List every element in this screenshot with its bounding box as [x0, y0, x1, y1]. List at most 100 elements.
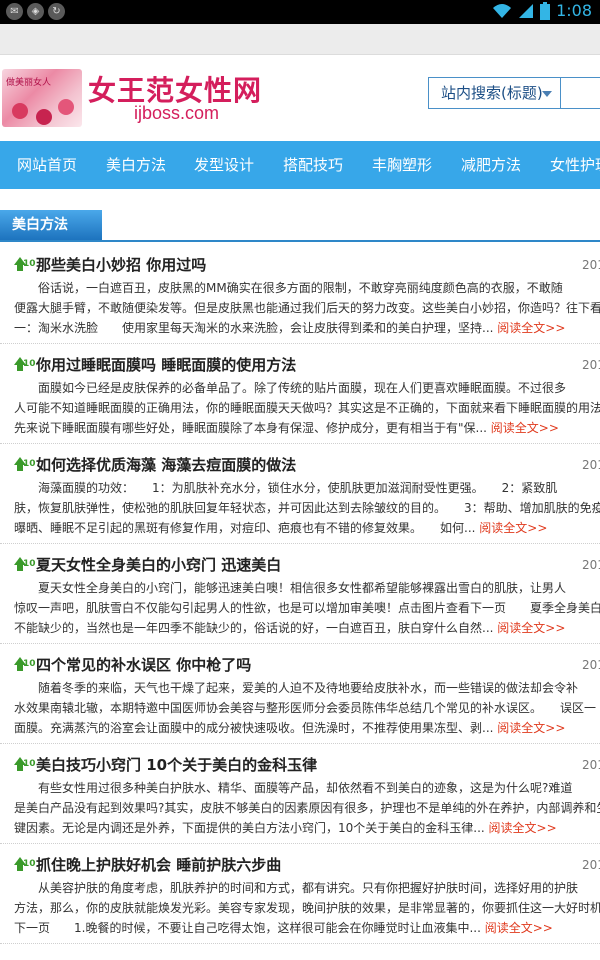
summary-line: 便露大腿手臂，不敢随便染发等。但是皮肤黑也能通过我们后天的努力改变。这些美白小妙… [14, 301, 600, 315]
article-summary: 夏天女性全身美白的小窍门，能够迅速美白噢！相信很多女性都希望能够裸露出雪白的肌肤… [14, 578, 600, 638]
article-summary: 面膜如今已经是皮肤保养的必备单品了。除了传统的贴片面膜，现在人们更喜欢睡眠面膜。… [14, 378, 600, 438]
list-item: 10 抓住晚上护肤好机会 睡前护肤六步曲 2018 从美容护肤的角度考虑，肌肤养… [0, 848, 600, 944]
article-summary: 俗话说，一白遮百丑，皮肤黑的MM确实在很多方面的限制，不敢穿亮丽纯度颜色高的衣服… [14, 278, 600, 338]
summary-line: 肤，恢复肌肤弹性，使松弛的肌肤回复年轻状态，并可因此达到去除皱纹的目的。 3：帮… [14, 501, 600, 515]
site-domain: ijboss.com [134, 103, 220, 123]
article-title[interactable]: 美白技巧小窍门 10个关于美白的金科玉律 [36, 754, 317, 775]
list-item: 10 美白技巧小窍门 10个关于美白的金科玉律 2018 有些女性用过很多种美白… [0, 748, 600, 844]
wifi-icon [493, 3, 512, 18]
summary-text: 曝晒、睡眠不足引起的黑斑有修复作用，对痘印、疤痕也有不错的修复效果。 如何... [14, 521, 476, 535]
summary-text: 不能缺少的，当然也是一年四季不能缺少的，俗话说的好，一白遮百丑，肤白穿什么自然.… [14, 621, 494, 635]
search-scope-select[interactable]: 站内搜索(标题) [429, 78, 561, 108]
summary-line: 先来说下睡眠面膜有哪些好处，睡眠面膜除了本身有保湿、修护成分，更有相当于有"保.… [14, 418, 600, 438]
list-item: 10 你用过睡眠面膜吗 睡眠面膜的使用方法 2018 面膜如今已经是皮肤保养的必… [0, 348, 600, 444]
summary-text: 一：淘米水洗脸 使用家里每天淘米的水来洗脸，会让皮肤得到柔和的美白护理，坚持..… [14, 321, 494, 335]
read-more-link[interactable]: 阅读全文>> [485, 921, 553, 935]
nav-item-whitening[interactable]: 美白方法 [106, 141, 166, 189]
list-item: 10 如何选择优质海藻 海藻去痘面膜的做法 2018 海藻面膜的功效： 1：为肌… [0, 448, 600, 544]
nav-item-hairstyle[interactable]: 发型设计 [194, 141, 254, 189]
top-rank-icon: 10 [14, 657, 36, 671]
article-title[interactable]: 那些美白小妙招 你用过吗 [36, 254, 206, 275]
site-header: 做美丽女人 女王范女性网 ijboss.com 站内搜索(标题) [0, 55, 600, 141]
nav-item-matching[interactable]: 搭配技巧 [283, 141, 343, 189]
summary-line: 下一页 1.晚餐的时候，不要让自己吃得太饱，这样很可能会在你睡觉时让血液集中..… [14, 918, 600, 938]
flower-decoration [12, 103, 28, 119]
search-scope-label: 站内搜索(标题) [441, 84, 543, 102]
nav-item-weight-loss[interactable]: 减肥方法 [461, 141, 521, 189]
read-more-link[interactable]: 阅读全文>> [489, 821, 557, 835]
summary-line: 海藻面膜的功效： 1：为肌肤补充水分，锁住水分，使肌肤更加滋润耐受性更强。 2：… [38, 481, 558, 495]
summary-line: 面膜如今已经是皮肤保养的必备单品了。除了传统的贴片面膜，现在人们更喜欢睡眠面膜。… [38, 381, 567, 395]
section-header: 美白方法 [0, 210, 600, 242]
summary-text: 面膜。充满蒸汽的浴室会让面膜中的成分被快速吸收。但洗澡时，不推荐使用果冻型、剥.… [14, 721, 494, 735]
article-date: 2018 [582, 258, 600, 272]
article-title[interactable]: 抓住晚上护肤好机会 睡前护肤六步曲 [36, 854, 281, 875]
article-title[interactable]: 四个常见的补水误区 你中枪了吗 [36, 654, 251, 675]
summary-line: 是美白产品没有起到效果吗?其实，皮肤不够美白的因素原因有很多，护理也不是单纯的外… [14, 801, 600, 815]
status-right-icons: 1:08 [492, 1, 592, 20]
browser-app-bar [0, 24, 600, 55]
flower-decoration [58, 99, 74, 115]
top-rank-icon: 10 [14, 557, 36, 571]
summary-line: 曝晒、睡眠不足引起的黑斑有修复作用，对痘印、疤痕也有不错的修复效果。 如何...… [14, 518, 600, 538]
read-more-link[interactable]: 阅读全文>> [491, 421, 559, 435]
summary-line: 俗话说，一白遮百丑，皮肤黑的MM确实在很多方面的限制，不敢穿亮丽纯度颜色高的衣服… [38, 281, 563, 295]
logo-tagline: 做美丽女人 [6, 78, 52, 88]
summary-line: 水效果南辕北辙，本期特邀中国医师协会美容与整形医师分会委员陈伟华总结几个常见的补… [14, 701, 597, 715]
article-date: 2018 [582, 858, 600, 872]
logo-image[interactable]: 做美丽女人 [2, 69, 82, 127]
article-date: 2018 [582, 758, 600, 772]
signal-icon [519, 3, 534, 18]
article-summary: 海藻面膜的功效： 1：为肌肤补充水分，锁住水分，使肌肤更加滋润耐受性更强。 2：… [14, 478, 600, 538]
read-more-link[interactable]: 阅读全文>> [497, 321, 565, 335]
article-summary: 有些女性用过很多种美白护肤水、精华、面膜等产品，却依然看不到美白的迹象，这是为什… [14, 778, 600, 838]
top-rank-icon: 10 [14, 757, 36, 771]
summary-text: 下一页 1.晚餐的时候，不要让自己吃得太饱，这样很可能会在你睡觉时让血液集中..… [14, 921, 481, 935]
article-date: 2018 [582, 558, 600, 572]
chevron-down-icon [542, 91, 552, 97]
summary-line: 不能缺少的，当然也是一年四季不能缺少的，俗话说的好，一白遮百丑，肤白穿什么自然.… [14, 618, 600, 638]
article-date: 2018 [582, 358, 600, 372]
article-summary: 随着冬季的来临，天气也干燥了起来，爱美的人迫不及待地要给皮肤补水，而一些错误的做… [14, 678, 600, 738]
nav-item-home[interactable]: 网站首页 [17, 141, 77, 189]
shield-icon: ◈ [27, 3, 44, 20]
top-rank-icon: 10 [14, 857, 36, 871]
article-title[interactable]: 夏天女性全身美白的小窍门 迅速美白 [36, 554, 281, 575]
top-rank-icon: 10 [14, 257, 36, 271]
read-more-link[interactable]: 阅读全文>> [497, 621, 565, 635]
article-date: 2018 [582, 458, 600, 472]
read-more-link[interactable]: 阅读全文>> [497, 721, 565, 735]
article-date: 2018 [582, 658, 600, 672]
article-summary: 从美容护肤的角度考虑，肌肤养护的时间和方式，都有讲究。只有你把握好护肤时间，选择… [14, 878, 600, 938]
summary-text: 键因素。无论是内调还是外养，下面提供的美白方法小窍门，10个关于美白的金科玉律.… [14, 821, 485, 835]
top-rank-icon: 10 [14, 357, 36, 371]
status-bar: ✉ ◈ ↻ 1:08 [0, 0, 600, 24]
status-time: 1:08 [556, 1, 592, 20]
summary-line: 方法，那么，你的皮肤就能焕发光彩。美容专家发现，晚间护肤的效果，是非常显著的，你… [14, 901, 600, 915]
search-box: 站内搜索(标题) [428, 77, 600, 109]
summary-text: 先来说下睡眠面膜有哪些好处，睡眠面膜除了本身有保湿、修护成分，更有相当于有"保.… [14, 421, 487, 435]
main-nav: 网站首页 美白方法 发型设计 搭配技巧 丰胸塑形 减肥方法 女性护理 [0, 141, 600, 189]
summary-line: 键因素。无论是内调还是外养，下面提供的美白方法小窍门，10个关于美白的金科玉律.… [14, 818, 600, 838]
nav-item-care[interactable]: 女性护理 [550, 141, 600, 189]
flower-decoration [36, 109, 52, 125]
summary-line: 有些女性用过很多种美白护肤水、精华、面膜等产品，却依然看不到美白的迹象，这是为什… [38, 781, 573, 795]
read-more-link[interactable]: 阅读全文>> [479, 521, 547, 535]
battery-icon [540, 1, 551, 20]
nav-item-shaping[interactable]: 丰胸塑形 [372, 141, 432, 189]
list-item: 10 那些美白小妙招 你用过吗 2018 俗话说，一白遮百丑，皮肤黑的MM确实在… [0, 248, 600, 344]
status-left-icons: ✉ ◈ ↻ [6, 3, 65, 20]
summary-line: 人可能不知道睡眠面膜的正确用法，你的睡眠面膜天天做吗？其实这是不正确的，下面就来… [14, 401, 600, 415]
top-rank-icon: 10 [14, 457, 36, 471]
summary-line: 一：淘米水洗脸 使用家里每天淘米的水来洗脸，会让皮肤得到柔和的美白护理，坚持..… [14, 318, 600, 338]
article-title[interactable]: 如何选择优质海藻 海藻去痘面膜的做法 [36, 454, 296, 475]
summary-line: 随着冬季的来临，天气也干燥了起来，爱美的人迫不及待地要给皮肤补水，而一些错误的做… [38, 681, 579, 695]
notification-icon: ✉ [6, 3, 23, 20]
summary-line: 面膜。充满蒸汽的浴室会让面膜中的成分被快速吸收。但洗澡时，不推荐使用果冻型、剥.… [14, 718, 600, 738]
list-item: 10 夏天女性全身美白的小窍门 迅速美白 2018 夏天女性全身美白的小窍门，能… [0, 548, 600, 644]
sync-icon: ↻ [48, 3, 65, 20]
section-tab-whitening[interactable]: 美白方法 [0, 210, 102, 240]
list-item: 10 四个常见的补水误区 你中枪了吗 2018 随着冬季的来临，天气也干燥了起来… [0, 648, 600, 744]
summary-line: 从美容护肤的角度考虑，肌肤养护的时间和方式，都有讲究。只有你把握好护肤时间，选择… [38, 881, 579, 895]
article-title[interactable]: 你用过睡眠面膜吗 睡眠面膜的使用方法 [36, 354, 296, 375]
